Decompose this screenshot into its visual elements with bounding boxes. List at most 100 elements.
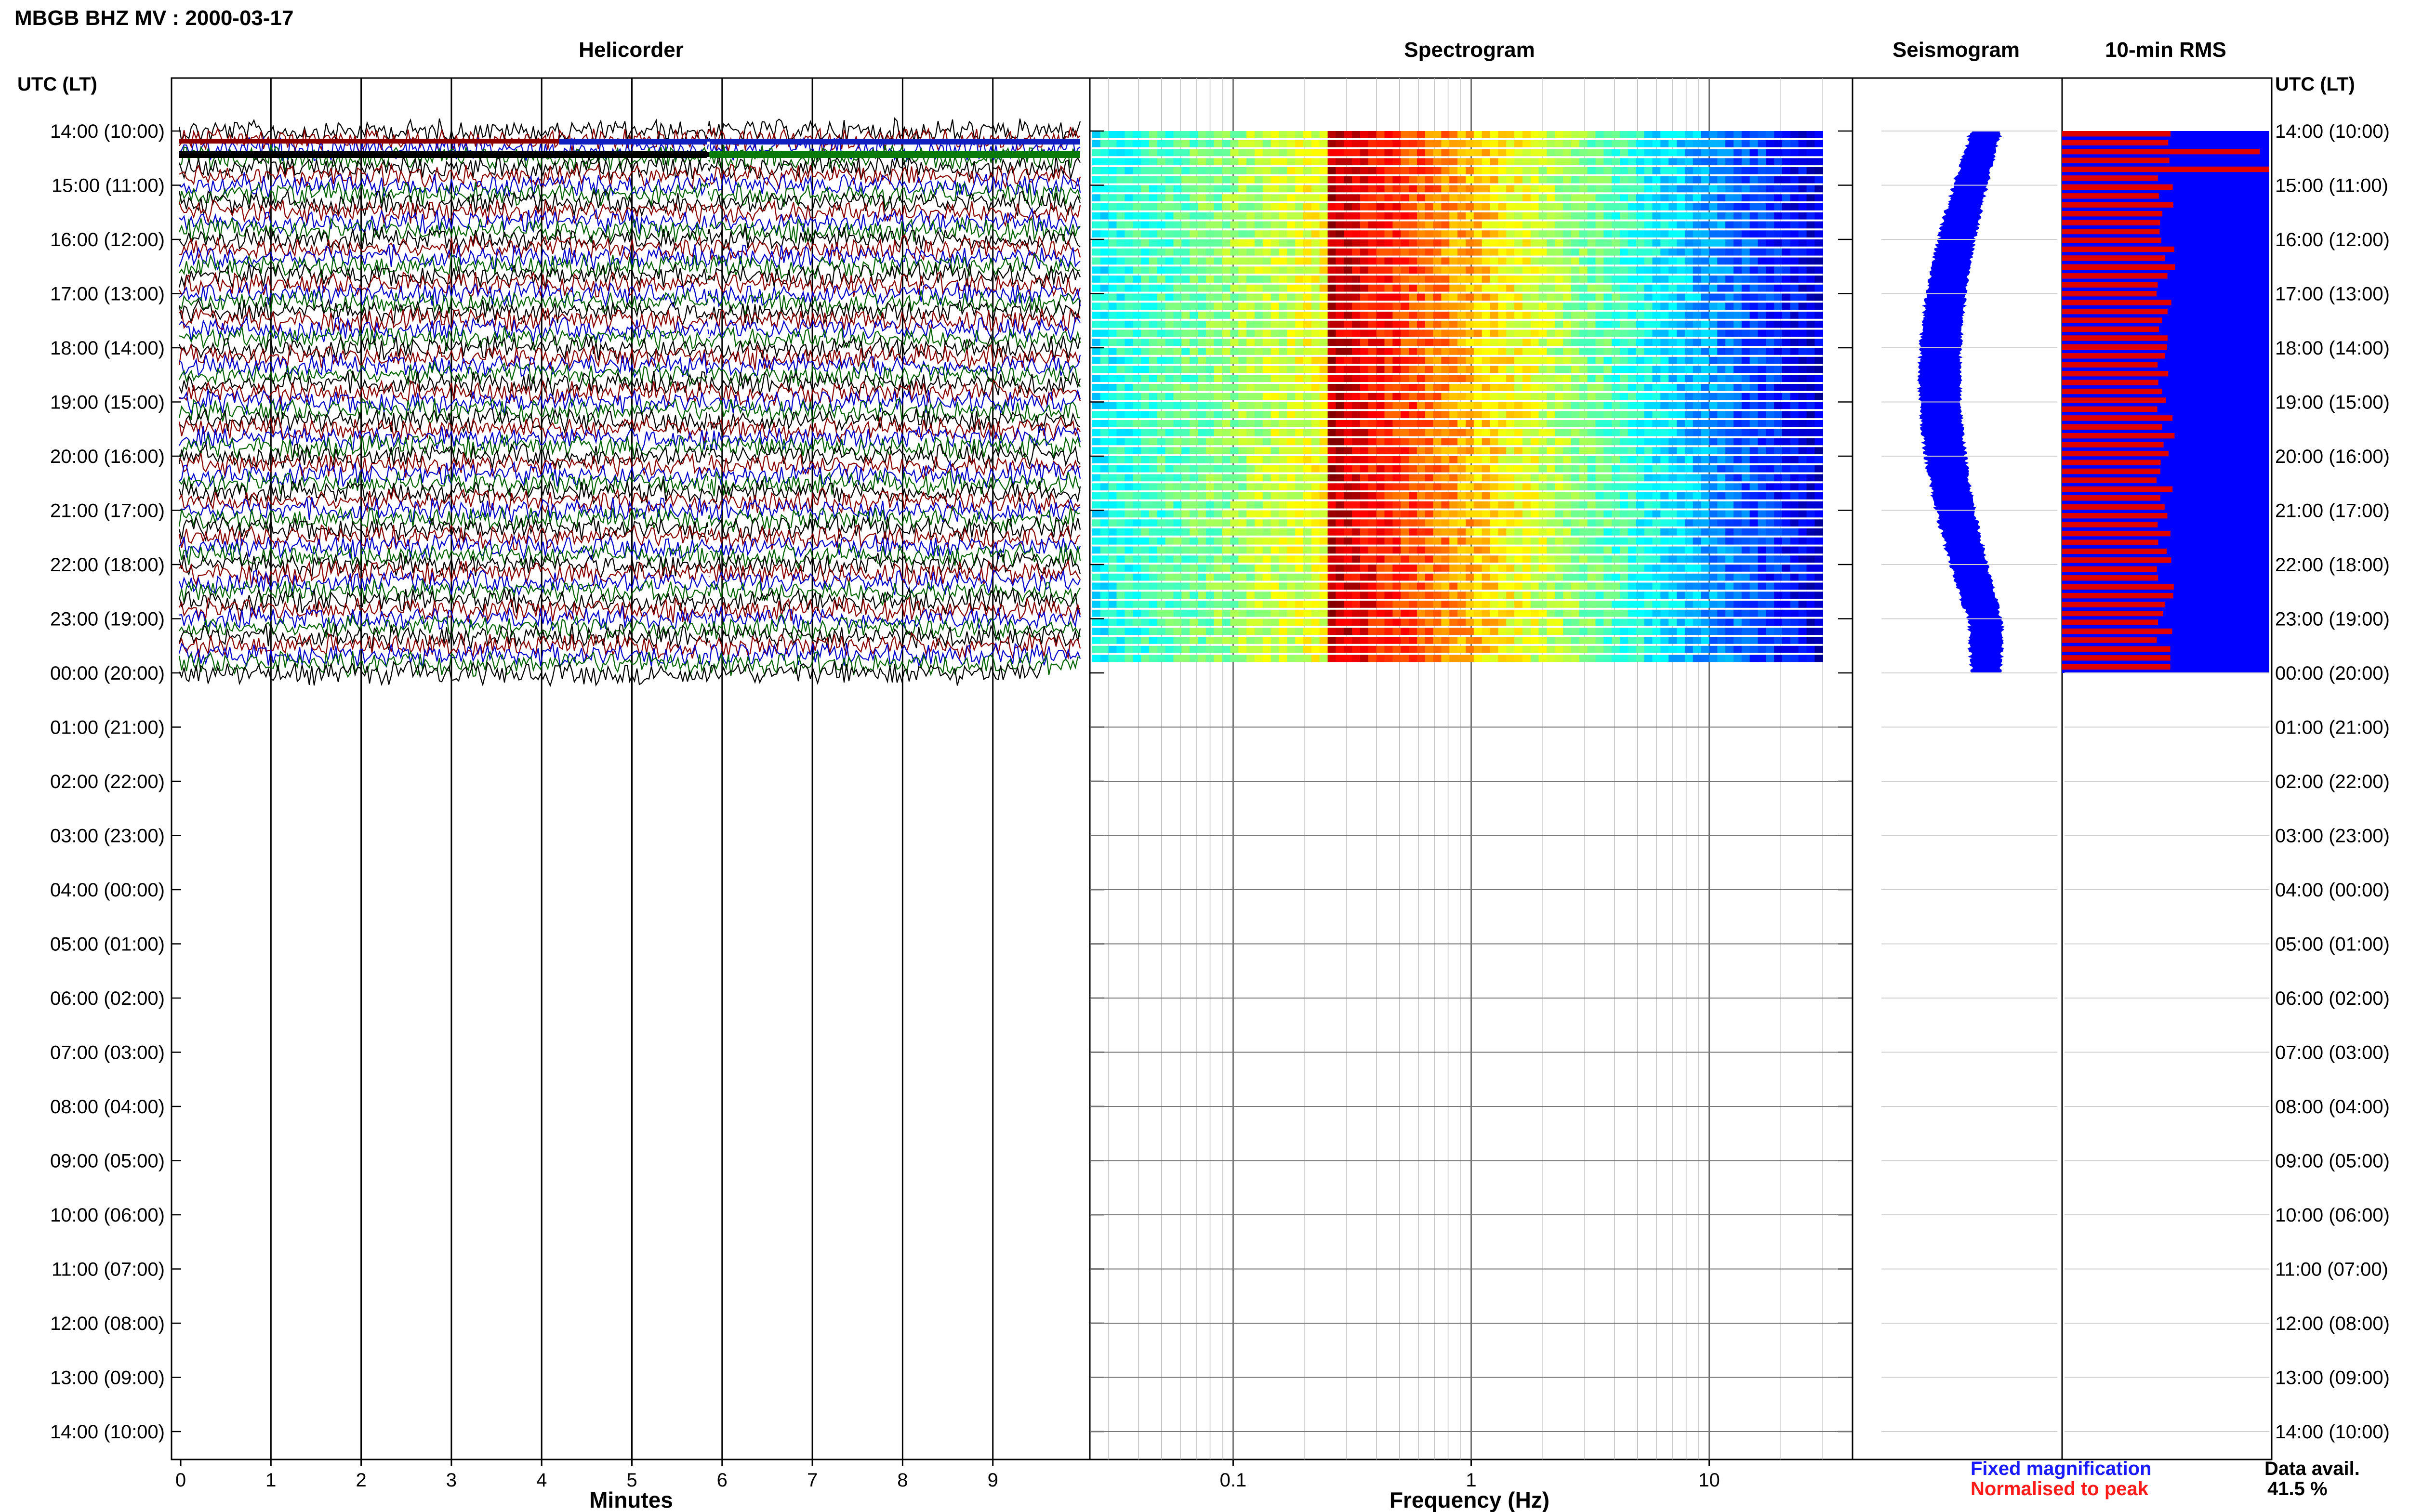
spectrogram-cell — [1498, 185, 1507, 193]
spectrogram-cell — [1790, 320, 1799, 328]
spectrogram-cell — [1571, 411, 1580, 419]
spectrogram-cell — [1092, 320, 1101, 328]
spectrogram-cell — [1790, 465, 1799, 473]
spectrogram-cell — [1620, 266, 1628, 274]
spectrogram-cell — [1441, 465, 1450, 473]
spectrogram-cell — [1547, 411, 1556, 419]
spectrogram-cell — [1774, 266, 1783, 274]
spectrogram-cell — [1254, 230, 1263, 238]
spectrogram-cell — [1173, 447, 1182, 455]
spectrogram-cell — [1709, 293, 1718, 301]
spectrogram-cell — [1620, 492, 1628, 500]
spectrogram-cell — [1466, 393, 1474, 400]
spectrogram-cell — [1563, 447, 1572, 455]
spectrogram-cell — [1295, 131, 1304, 138]
spectrogram-cell — [1814, 339, 1823, 346]
spectrogram-cell — [1433, 284, 1442, 292]
spectrogram-cell — [1725, 519, 1734, 527]
spectrogram-cell — [1636, 221, 1645, 229]
spectrogram-cell — [1734, 546, 1742, 554]
spectrogram-cell — [1116, 194, 1125, 202]
spectrogram-cell — [1717, 230, 1726, 238]
spectrogram-cell — [1401, 483, 1409, 491]
spectrogram-cell — [1287, 339, 1296, 346]
spectrogram-cell — [1620, 447, 1628, 455]
spectrogram-cell — [1311, 393, 1320, 400]
spectrogram-cell — [1734, 601, 1742, 608]
spectrogram-cell — [1433, 221, 1442, 229]
spectrogram-cell — [1587, 601, 1596, 608]
spectrogram-cell — [1652, 420, 1661, 427]
spectrogram-cell — [1652, 293, 1661, 301]
spectrogram-cell — [1782, 375, 1791, 382]
spectrogram-cell — [1449, 339, 1458, 346]
spectrogram-cell — [1327, 537, 1337, 545]
spectrogram-cell — [1482, 212, 1491, 220]
spectrogram-cell — [1693, 293, 1702, 301]
spectrogram-cell — [1198, 149, 1206, 157]
spectrogram-cell — [1782, 221, 1791, 229]
spectrogram-cell — [1141, 140, 1150, 147]
spectrogram-cell — [1360, 528, 1369, 536]
spectrogram-cell — [1514, 131, 1523, 138]
spectrogram-cell — [1287, 573, 1296, 581]
spectrogram-cell — [1401, 375, 1409, 382]
spectrogram-cell — [1433, 565, 1442, 572]
spectrogram-cell — [1473, 320, 1482, 328]
spectrogram-cell — [1514, 366, 1523, 373]
spectrogram-cell — [1173, 329, 1182, 337]
spectrogram-cell — [1384, 528, 1393, 536]
spectrogram-cell — [1368, 420, 1377, 427]
spectrogram-cell — [1376, 546, 1385, 554]
spectrogram-cell — [1530, 276, 1539, 283]
spectrogram-cell — [1254, 510, 1263, 518]
spectrogram-cell — [1092, 474, 1101, 482]
spectrogram-cell — [1230, 284, 1239, 292]
spectrogram-cell — [1734, 293, 1742, 301]
spectrogram-cell — [1790, 276, 1799, 283]
spectrogram-cell — [1108, 402, 1117, 409]
spectrogram-cell — [1222, 582, 1231, 590]
spectrogram-cell — [1295, 366, 1304, 373]
spectrogram-cell — [1774, 375, 1783, 382]
spectrogram-cell — [1392, 465, 1401, 473]
spectrogram-cell — [1141, 474, 1150, 482]
spectrogram-cell — [1205, 284, 1215, 292]
spectrogram-cell — [1814, 276, 1823, 283]
spectrogram-cell — [1360, 492, 1369, 500]
spectrogram-cell — [1409, 402, 1417, 409]
spectrogram-cell — [1287, 257, 1296, 265]
spectrogram-cell — [1279, 302, 1288, 310]
spectrogram-cell — [1303, 221, 1312, 229]
spectrogram-cell — [1238, 212, 1247, 220]
spectrogram-cell — [1798, 276, 1807, 283]
spectrogram-cell — [1344, 348, 1352, 355]
spectrogram-cell — [1336, 194, 1344, 202]
spectrogram-cell — [1133, 519, 1141, 527]
spectrogram-cell — [1125, 375, 1133, 382]
spectrogram-cell — [1449, 402, 1458, 409]
spectrogram-cell — [1181, 230, 1190, 238]
spectrogram-cell — [1319, 302, 1328, 310]
spectrogram-cell — [1717, 429, 1726, 436]
spectrogram-cell — [1612, 239, 1620, 247]
spectrogram-cell — [1603, 149, 1612, 157]
spectrogram-cell — [1401, 565, 1409, 572]
spectrogram-cell — [1587, 176, 1596, 184]
spectrogram-cell — [1352, 582, 1361, 590]
spectrogram-cell — [1482, 302, 1491, 310]
spectrogram-cell — [1376, 474, 1385, 482]
spectrogram-cell — [1100, 565, 1109, 572]
spectrogram-cell — [1116, 546, 1125, 554]
spectrogram-cell — [1538, 320, 1548, 328]
spectrogram-cell — [1595, 565, 1604, 572]
spectrogram-cell — [1668, 565, 1677, 572]
spectrogram-cell — [1141, 257, 1150, 265]
spectrogram-cell — [1401, 519, 1409, 527]
spectrogram-cell — [1587, 582, 1596, 590]
spectrogram-cell — [1368, 528, 1377, 536]
spectrogram-cell — [1473, 230, 1482, 238]
spectrogram-cell — [1774, 293, 1783, 301]
spectrogram-cell — [1205, 528, 1215, 536]
spectrogram-cell — [1295, 293, 1304, 301]
